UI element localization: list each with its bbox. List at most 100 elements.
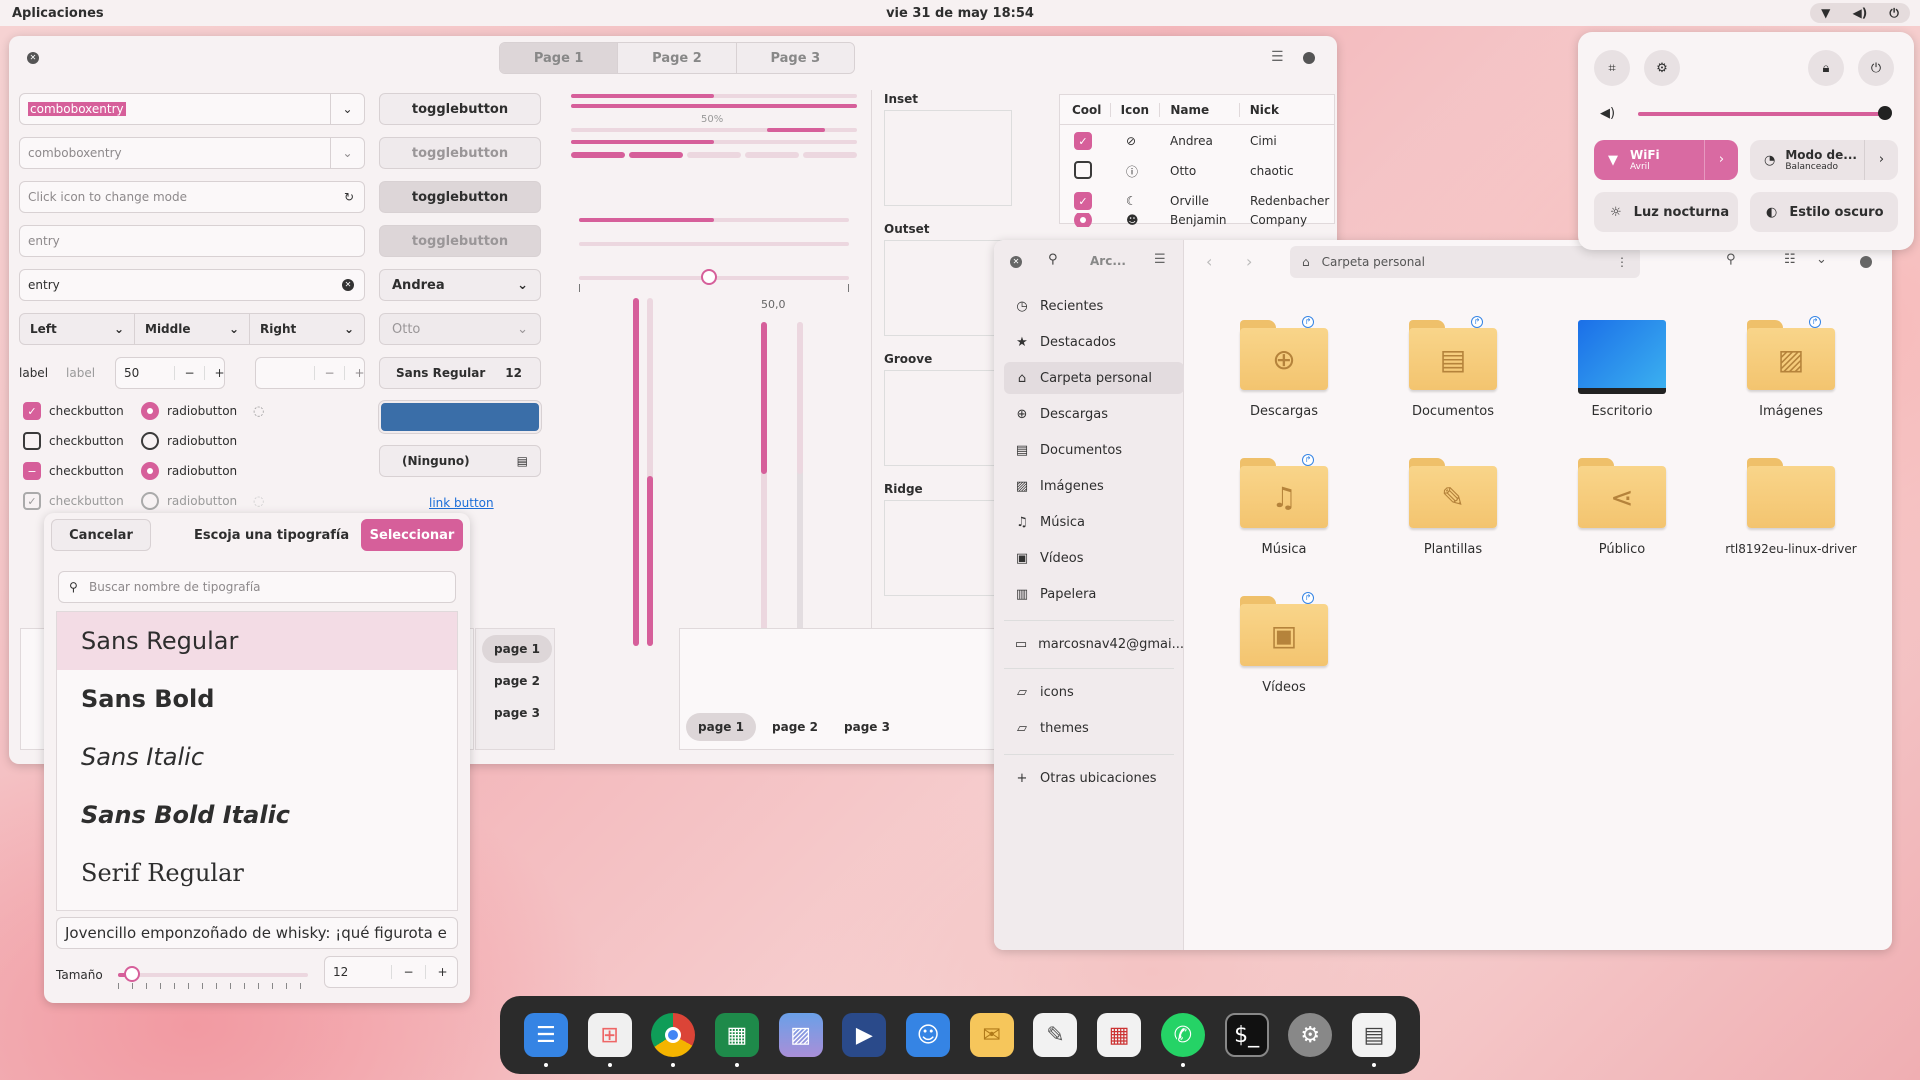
contacts-app-icon[interactable]: ☺ <box>906 1013 951 1057</box>
plus-icon[interactable]: + <box>344 366 374 380</box>
power-mode-toggle[interactable]: ◔ Modo de... Balanceado › <box>1750 140 1898 180</box>
spin-button-disabled[interactable]: − + <box>255 357 365 389</box>
spin-button[interactable]: 50 − + <box>115 357 225 389</box>
radio-row-4[interactable]: radiobutton <box>141 492 237 510</box>
back-icon[interactable]: ‹ <box>1206 252 1212 271</box>
vscale-3[interactable] <box>761 322 767 634</box>
font-item-serif-regular[interactable]: Serif Regular <box>57 844 457 902</box>
sidebar-item-other-locations[interactable]: + Otras ubicaciones <box>1004 762 1184 794</box>
togglebutton-4[interactable]: togglebutton <box>379 225 541 257</box>
power-button[interactable]: ⏻ <box>1858 50 1894 86</box>
table-row[interactable]: ✓ ☾ Orville Redenbacher <box>1060 187 1336 215</box>
radio-disabled[interactable] <box>141 492 159 510</box>
combo-otto[interactable]: Otto ⌄ <box>379 313 541 345</box>
folder-templates[interactable]: ✎ Plantillas <box>1378 458 1528 557</box>
font-button[interactable]: Sans Regular 12 <box>379 357 541 389</box>
folder-pictures[interactable]: ▨ ↱ Imágenes <box>1716 316 1866 419</box>
search-icon[interactable]: ⚲ <box>1048 252 1058 267</box>
volume-slider[interactable] <box>1638 112 1886 116</box>
table-row[interactable]: ☻ Benjamin Company <box>1060 213 1336 227</box>
checkbox-checked[interactable]: ✓ <box>23 402 41 420</box>
sidebar-item-recent[interactable]: ◷ Recientes <box>1004 290 1184 322</box>
night-light-toggle[interactable]: ☼ Luz nocturna <box>1594 192 1738 232</box>
htab-page-1[interactable]: page 1 <box>686 713 756 741</box>
color-button[interactable] <box>379 401 541 433</box>
check-row-1[interactable]: ✓ checkbutton <box>23 402 124 420</box>
vscale-4[interactable] <box>797 322 803 634</box>
dropdown-right[interactable]: Right ⌄ <box>249 314 364 344</box>
close-icon[interactable]: ✕ <box>1010 256 1022 268</box>
entry-with-clear[interactable]: entry ✕ <box>19 269 365 301</box>
system-status[interactable]: ▼ ◀) ⏻ <box>1810 3 1910 23</box>
sidebar-item-themes[interactable]: ▱ themes <box>1004 712 1184 744</box>
togglebutton-3[interactable]: togglebutton <box>379 181 541 213</box>
video-editor-app-icon[interactable]: ▶ <box>842 1013 887 1057</box>
dark-style-toggle[interactable]: ◐ Estilo oscuro <box>1750 192 1898 232</box>
forward-icon[interactable]: › <box>1246 252 1252 271</box>
minus-icon[interactable]: − <box>174 366 204 380</box>
menu-icon[interactable]: ☰ <box>1271 49 1284 65</box>
togglebutton-2[interactable]: togglebutton <box>379 137 541 169</box>
whatsapp-app-icon[interactable]: ✆ <box>1160 1013 1205 1067</box>
comboboxentry-2[interactable]: comboboxentry ⌄ <box>19 137 365 169</box>
path-bar[interactable]: ⌂ Carpeta personal ⋮ <box>1290 246 1640 278</box>
vscale-1[interactable] <box>633 298 639 646</box>
chevron-down-icon[interactable]: ⌄ <box>1816 252 1827 267</box>
wifi-toggle[interactable]: ▼ WiFi Avril › <box>1594 140 1738 180</box>
togglebutton-1[interactable]: togglebutton <box>379 93 541 125</box>
table-row[interactable]: ⓘ Otto chaotic <box>1060 157 1336 185</box>
chevron-right-icon[interactable]: › <box>1864 140 1898 180</box>
clear-icon[interactable]: ✕ <box>342 279 354 291</box>
folder-downloads[interactable]: ⊕ ↱ Descargas <box>1209 316 1359 419</box>
cancel-button[interactable]: Cancelar <box>51 519 151 551</box>
font-item-sans-bold[interactable]: Sans Bold <box>57 670 457 728</box>
volume-handle[interactable] <box>1878 106 1892 120</box>
sidebar-item-account[interactable]: ▭ marcosnav42@gmai... <box>1004 628 1184 660</box>
list-view-icon[interactable]: ☷ <box>1784 252 1796 267</box>
col-icon[interactable]: Icon <box>1109 102 1160 117</box>
chevron-down-icon[interactable]: ⌄ <box>330 138 364 168</box>
check-row-4[interactable]: ✓ checkbutton <box>23 492 124 510</box>
sidebar-item-music[interactable]: ♫ Música <box>1004 506 1184 538</box>
sidebar-item-downloads[interactable]: ⊕ Descargas <box>1004 398 1184 430</box>
image-viewer-app-icon[interactable]: ▨ <box>778 1013 823 1057</box>
checkbox-unchecked[interactable] <box>23 432 41 450</box>
sidebar-item-starred[interactable]: ★ Destacados <box>1004 326 1184 358</box>
lock-button[interactable]: 🔒︎ <box>1808 50 1844 86</box>
minus-icon[interactable]: − <box>314 366 344 380</box>
htab-page-2[interactable]: page 2 <box>760 713 830 741</box>
checkbox-mixed[interactable]: − <box>23 462 41 480</box>
col-nick[interactable]: Nick <box>1238 102 1334 117</box>
close-icon[interactable]: ✕ <box>27 52 39 64</box>
select-button[interactable]: Seleccionar <box>361 519 463 551</box>
col-name[interactable]: Name <box>1159 102 1238 117</box>
search-folder-icon[interactable]: ⚲ <box>1726 252 1736 267</box>
software-app-icon[interactable]: ⊞ <box>587 1013 632 1067</box>
file-button[interactable]: (Ninguno) ▤ <box>379 445 541 477</box>
sidebar-item-videos[interactable]: ▣ Vídeos <box>1004 542 1184 574</box>
folder-rtl8192eu[interactable]: rtl8192eu-linux-driver <box>1716 458 1866 556</box>
radio-row-1[interactable]: radiobutton <box>141 402 237 420</box>
refresh-icon[interactable]: ↻ <box>344 190 354 204</box>
tab-page-3[interactable]: Page 3 <box>735 43 854 73</box>
htab-page-3[interactable]: page 3 <box>832 713 902 741</box>
radio-checked[interactable] <box>141 402 159 420</box>
dropdown-middle[interactable]: Middle ⌄ <box>134 314 249 344</box>
check-row-3[interactable]: − checkbutton <box>23 462 124 480</box>
font-item-sans-bold-italic[interactable]: Sans Bold Italic <box>57 786 457 844</box>
font-search-input[interactable]: ⚲ Buscar nombre de tipografía <box>58 571 456 603</box>
size-spin-button[interactable]: 12 − + <box>324 956 458 988</box>
folder-videos[interactable]: ▣ ↱ Vídeos <box>1209 592 1359 695</box>
sidebar-item-pictures[interactable]: ▨ Imágenes <box>1004 470 1184 502</box>
settings-app-icon[interactable]: ⚙ <box>1288 1013 1333 1057</box>
size-slider[interactable] <box>118 973 308 977</box>
cool-checkbox[interactable] <box>1074 160 1092 179</box>
chevron-down-icon[interactable]: ⌄ <box>330 94 364 124</box>
sidebar-item-documents[interactable]: ▤ Documentos <box>1004 434 1184 466</box>
radio-unchecked[interactable] <box>141 432 159 450</box>
clock[interactable]: vie 31 de may 18:54 <box>0 6 1920 21</box>
dropdown-left[interactable]: Left ⌄ <box>20 314 134 344</box>
table-row[interactable]: ✓ ⊘ Andrea Cimi <box>1060 127 1336 155</box>
tab-page-2[interactable]: Page 2 <box>617 43 736 73</box>
minus-icon[interactable]: − <box>391 965 425 979</box>
